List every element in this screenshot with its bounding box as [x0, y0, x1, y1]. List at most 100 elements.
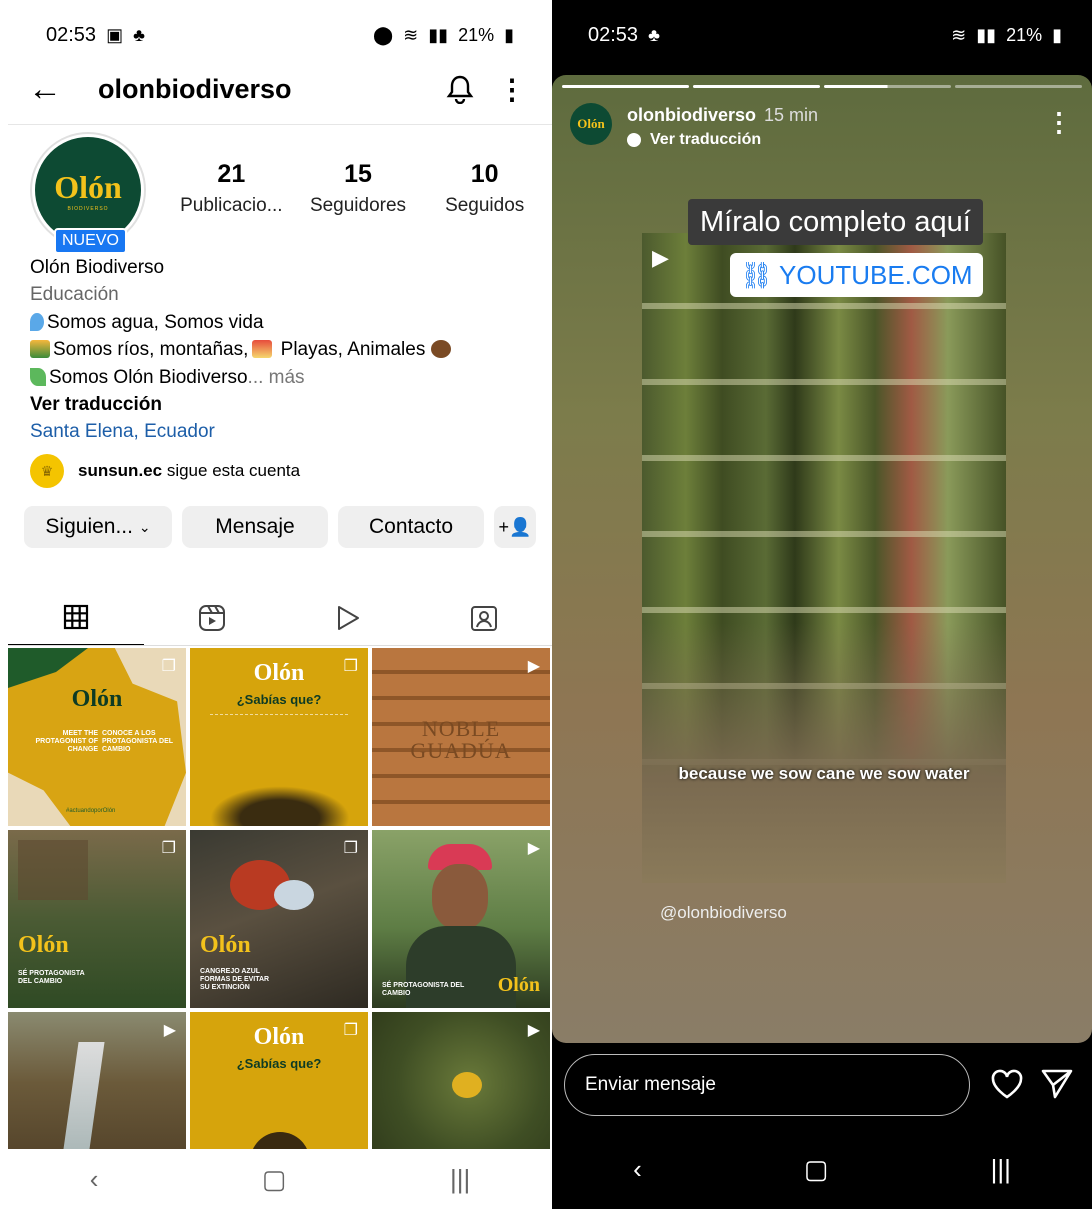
back-nav-icon[interactable]: ‹ [90, 1164, 99, 1195]
reels-icon [199, 605, 225, 631]
status-bar: 02:53 ▣ ♣ ⬤ ≋ ▮▮ 21% ▮ [8, 0, 552, 70]
posts-count: 21 [217, 160, 246, 188]
seedling-icon [30, 367, 46, 386]
post4-logo: Olón [18, 932, 69, 958]
bell-icon[interactable] [428, 74, 492, 104]
message-label: Mensaje [215, 515, 295, 538]
home-nav-icon[interactable]: ▢ [262, 1164, 287, 1195]
stat-following[interactable]: 10 Seguidos [421, 160, 548, 217]
post-thumbnail[interactable]: ❐ Olón ¿Sabías que? [190, 648, 368, 826]
post5-caption: CANGREJO AZUL FORMAS DE EVITAR SU EXTINC… [200, 968, 270, 991]
new-badge: NUEVO [54, 228, 127, 254]
post-thumbnail[interactable]: ❐ Olón SÉ PROTAGONISTA DEL CAMBIO [8, 830, 186, 1008]
follower-avatar: ♛ [30, 454, 64, 488]
translate-link[interactable]: Ver traducción [30, 391, 542, 418]
reel-icon: ▶ [527, 840, 540, 857]
profile-screen: 02:53 ▣ ♣ ⬤ ≋ ▮▮ 21% ▮ ← olonbiodiverso … [8, 0, 552, 1209]
contact-button[interactable]: Contacto [338, 506, 484, 548]
story-username[interactable]: olonbiodiverso [627, 105, 756, 125]
profile-header: ← olonbiodiverso ⋮ [8, 66, 552, 112]
recents-nav-icon[interactable]: ||| [450, 1164, 470, 1195]
water-drop-icon [30, 312, 44, 331]
tab-tagged[interactable] [416, 590, 552, 646]
contact-label: Contacto [368, 515, 454, 538]
story-video[interactable]: ▶ [642, 233, 1006, 883]
post6-caption: SÉ PROTAGONISTA DEL CAMBIO [382, 982, 465, 997]
profile-actions: Siguien... ⌄ Mensaje Contacto +👤 [24, 506, 536, 548]
display-name: Olón Biodiverso [30, 257, 165, 278]
post1-left-text: MEET THE PROTAGONIST OF CHANGE [35, 730, 98, 753]
post8-logo: Olón [253, 1024, 305, 1050]
status-time: 02:53 [588, 23, 639, 46]
reel-icon: ▶ [527, 658, 540, 675]
posts-grid: ❐ Olón MEET THE PROTAGONIST OF CHANGE CO… [8, 648, 552, 1190]
stat-posts[interactable]: 21 Publicacio... [168, 160, 295, 217]
post8-title: ¿Sabías que? [236, 1056, 322, 1071]
battery-percent: 21% [458, 24, 495, 45]
tagged-icon [471, 606, 497, 631]
grid-icon [63, 604, 89, 630]
followed-by[interactable]: ♛ sunsun.ec sigue esta cuenta [30, 454, 300, 488]
reel-icon: ▶ [527, 1022, 540, 1039]
story-card[interactable]: Olón olonbiodiverso 15 min Ver traducción… [552, 75, 1092, 1043]
notification-icon: ♣ [648, 24, 660, 45]
chevron-down-icon: ⌄ [138, 518, 151, 535]
post3-title2: GUADÚA [410, 738, 512, 763]
status-bar: 02:53 ♣ ≋ ▮▮ 21% ▮ [552, 0, 1092, 70]
youtube-link-sticker[interactable]: ⛓ YOUTUBE.COM [730, 253, 983, 297]
home-nav-icon[interactable]: ▢ [804, 1154, 829, 1185]
story-screen: 02:53 ♣ ≋ ▮▮ 21% ▮ Olón olonbiodiverso 15… [552, 0, 1092, 1209]
post2-title: ¿Sabías que? [236, 692, 322, 707]
tab-reels[interactable] [144, 590, 280, 646]
more-options-icon[interactable]: ⋮ [492, 73, 532, 106]
system-nav-bar: ‹ ▢ ||| [552, 1129, 1092, 1209]
like-heart-icon[interactable] [990, 1068, 1024, 1105]
battery-icon: ▮ [504, 24, 514, 45]
carousel-icon: ❐ [161, 840, 176, 857]
reply-placeholder: Enviar mensaje [585, 1074, 716, 1095]
play-icon [338, 606, 359, 630]
following-label: Seguidos [445, 195, 525, 216]
stat-followers[interactable]: 15 Seguidores [295, 160, 422, 217]
notification-icon: ♣ [133, 24, 145, 45]
post2-logo: Olón [253, 660, 305, 686]
video-subtitle: because we sow cane we sow water [678, 764, 970, 783]
bio-more-link[interactable]: ... más [248, 367, 305, 388]
avatar-logo-sub: BIODIVERSO [67, 205, 109, 212]
bio-line-1: Somos agua, Somos vida [47, 311, 264, 333]
following-count: 10 [470, 160, 499, 188]
send-icon[interactable] [1040, 1068, 1074, 1105]
post-thumbnail[interactable]: ❐ Olón CANGREJO AZUL FORMAS DE EVITAR SU… [190, 830, 368, 1008]
post1-right-text: CONOCE A LOS PROTAGONISTA DEL CAMBIO [102, 730, 173, 753]
signal-icon: ▮▮ [976, 24, 997, 45]
wifi-icon: ≋ [951, 24, 967, 45]
reply-input[interactable]: Enviar mensaje [564, 1054, 970, 1116]
signal-icon: ▮▮ [428, 24, 449, 45]
story-avatar-logo: Olón [577, 116, 605, 131]
story-avatar[interactable]: Olón [570, 103, 612, 145]
post5-logo: Olón [200, 932, 251, 958]
post3-title1: NOBLE [421, 716, 501, 741]
follower-text: sigue esta cuenta [166, 461, 301, 480]
following-button[interactable]: Siguien... ⌄ [24, 506, 172, 548]
location-link[interactable]: Santa Elena, Ecuador [30, 418, 542, 445]
message-button[interactable]: Mensaje [182, 506, 328, 548]
tab-videos[interactable] [280, 590, 416, 646]
add-person-icon[interactable]: +👤 [494, 506, 536, 548]
post-thumbnail[interactable]: ▶ NOBLE GUADÚA [372, 648, 550, 826]
battery-percent: 21% [1006, 24, 1043, 45]
back-arrow-icon[interactable]: ← [28, 70, 98, 109]
post-thumbnail[interactable]: ▶ SÉ PROTAGONISTA DEL CAMBIO Olón [372, 830, 550, 1008]
tab-grid[interactable] [8, 590, 144, 646]
carousel-icon: ❐ [343, 840, 358, 857]
reel-icon: ▶ [652, 245, 669, 270]
link-label: YOUTUBE.COM [779, 259, 973, 290]
story-time: 15 min [764, 105, 819, 125]
back-nav-icon[interactable]: ‹ [633, 1154, 642, 1185]
story-translate[interactable]: Ver traducción [627, 131, 761, 149]
recents-nav-icon[interactable]: ||| [991, 1154, 1011, 1185]
posts-label: Publicacio... [180, 195, 283, 216]
story-more-icon[interactable]: ⋮ [1046, 107, 1072, 138]
carousel-icon: ❐ [161, 658, 176, 675]
post-thumbnail[interactable]: ❐ Olón MEET THE PROTAGONIST OF CHANGE CO… [8, 648, 186, 826]
